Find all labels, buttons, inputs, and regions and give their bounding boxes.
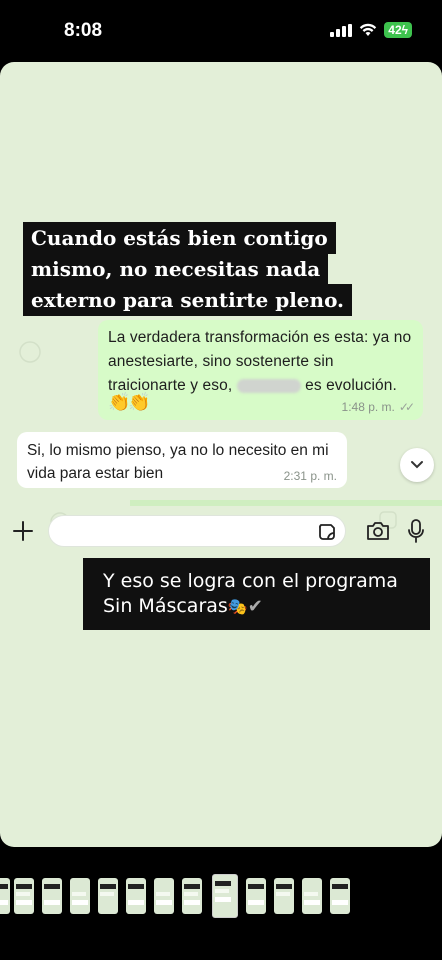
wifi-icon bbox=[360, 23, 377, 36]
story-thumbnail[interactable] bbox=[302, 878, 322, 914]
plus-icon[interactable] bbox=[12, 520, 34, 542]
status-time: 8:08 bbox=[64, 20, 103, 41]
outgoing-message-meta: 1:48 p. m. ✓✓ bbox=[341, 400, 416, 414]
outgoing-message-text: La verdadera transformación es esta: ya … bbox=[108, 326, 413, 398]
story-thumbnail[interactable] bbox=[70, 878, 90, 914]
story-thumbnail[interactable] bbox=[98, 878, 118, 914]
microphone-icon[interactable] bbox=[406, 518, 426, 544]
blurred-name bbox=[236, 378, 301, 393]
story-thumbnail[interactable] bbox=[126, 878, 146, 914]
story-thumbnail[interactable] bbox=[182, 878, 202, 914]
story-thumbnail[interactable] bbox=[0, 878, 10, 914]
story-thumbnail[interactable] bbox=[154, 878, 174, 914]
outgoing-message-bubble[interactable]: La verdadera transformación es esta: ya … bbox=[98, 320, 423, 420]
headline-line-3: externo para sentirte pleno. bbox=[23, 284, 353, 316]
story-card: Cuando estás bien contigo mismo, no nece… bbox=[0, 62, 442, 847]
outgoing-message-time: 1:48 p. m. bbox=[341, 400, 395, 414]
story-thumbnail[interactable] bbox=[14, 878, 34, 914]
status-bar: 8:08 42ϟ bbox=[0, 0, 442, 62]
headline-line-2: mismo, no necesitas nada bbox=[23, 253, 329, 285]
clapping-hands-icon: 👏👏 bbox=[108, 392, 151, 412]
message-input[interactable] bbox=[48, 515, 346, 547]
caption-line-2: Sin Máscaras bbox=[103, 595, 228, 617]
camera-icon[interactable] bbox=[365, 520, 391, 542]
message-composer bbox=[0, 510, 442, 554]
read-receipt-icon: ✓✓ bbox=[398, 400, 415, 414]
scroll-down-button[interactable] bbox=[400, 448, 434, 482]
headline-line-1: Cuando estás bien contigo bbox=[23, 222, 336, 254]
caption-line-2-row: Sin Máscaras🎭✔ bbox=[103, 594, 410, 619]
headline-overlay: Cuando estás bien contigo mismo, no nece… bbox=[23, 222, 373, 316]
story-thumbnail[interactable] bbox=[42, 878, 62, 914]
story-thumbnail[interactable] bbox=[246, 878, 266, 914]
status-icons: 42ϟ bbox=[330, 22, 412, 38]
story-thumbnail-strip bbox=[0, 868, 442, 928]
story-thumbnail[interactable] bbox=[274, 878, 294, 914]
battery-icon: 42ϟ bbox=[384, 22, 412, 38]
caption-overlay: Y eso se logra con el programa Sin Másca… bbox=[83, 558, 430, 630]
partial-outgoing-bubble bbox=[130, 500, 442, 506]
chevron-down-icon bbox=[411, 461, 423, 469]
check-mark-icon: ✔ bbox=[247, 596, 263, 617]
caption-line-1: Y eso se logra con el programa bbox=[103, 570, 398, 592]
story-thumbnail[interactable] bbox=[330, 878, 350, 914]
theater-masks-icon: 🎭 bbox=[227, 597, 248, 616]
battery-level: 42 bbox=[388, 23, 402, 37]
cellular-signal-icon bbox=[330, 23, 353, 37]
incoming-message-time: 2:31 p. m. bbox=[283, 469, 337, 483]
incoming-message-bubble[interactable]: Si, lo mismo pienso, ya no lo necesito e… bbox=[17, 432, 347, 488]
outgoing-message-text-part2: es evolución. bbox=[305, 377, 397, 394]
story-thumbnail-active[interactable] bbox=[212, 874, 238, 918]
sticker-icon[interactable] bbox=[317, 522, 337, 542]
